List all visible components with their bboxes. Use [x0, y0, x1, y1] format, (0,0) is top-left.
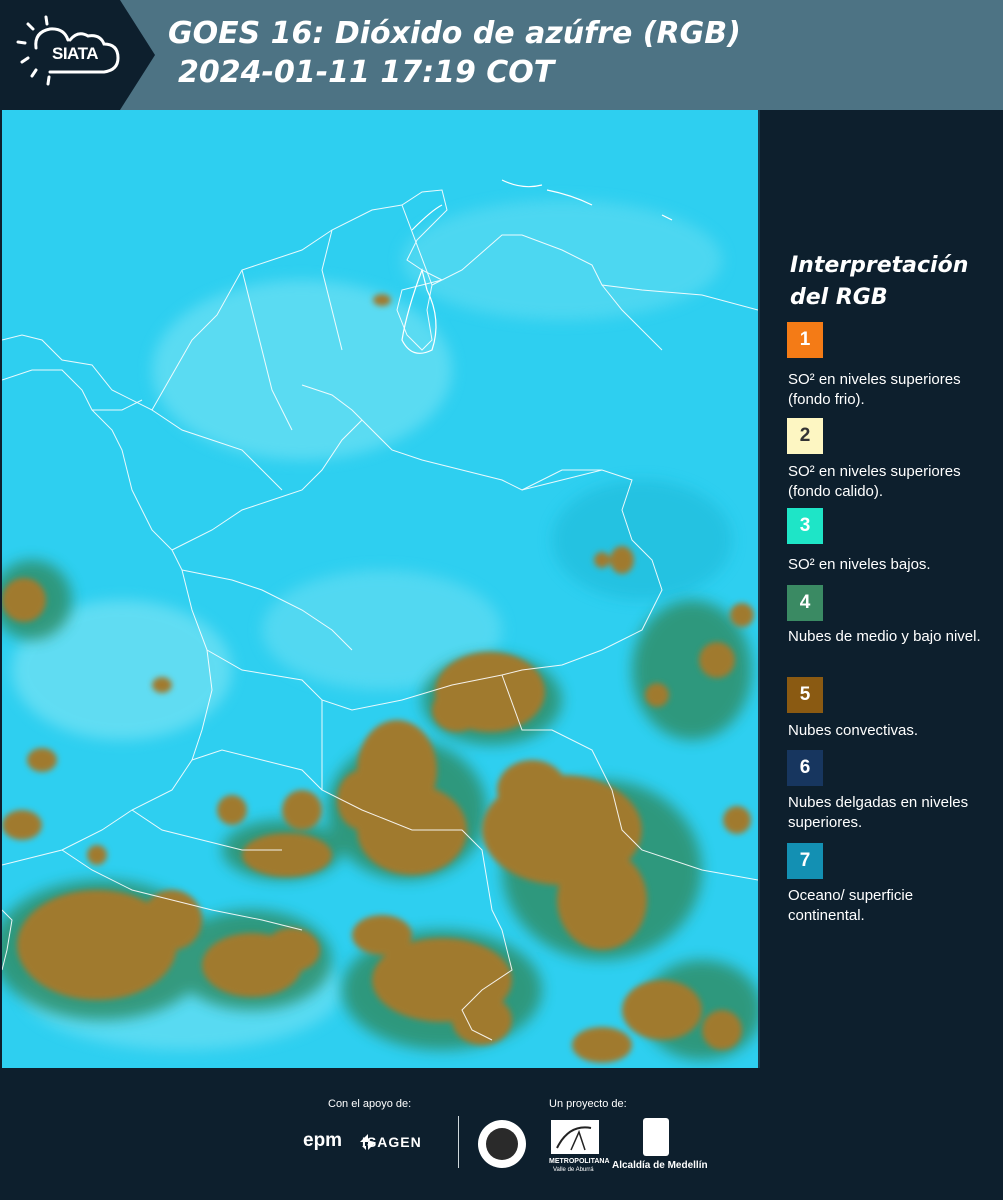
logo-text: SIATA: [52, 44, 98, 63]
partner-alcaldia-label: Alcaldía de Medellín: [612, 1160, 708, 1171]
legend-swatch-7: 7: [787, 843, 823, 879]
legend-description-5: Nubes convectivas.: [788, 722, 919, 739]
legend-swatch-6: 6: [787, 750, 823, 786]
legend-swatch-4: 4: [787, 585, 823, 621]
legend-description-6: Nubes delgadas en niveles superiores.: [788, 794, 969, 831]
partner-metro-label: METROPOLITANA: [549, 1158, 610, 1165]
alcaldia-shield-icon: [643, 1118, 669, 1156]
legend-title-line2: del RGB: [790, 285, 888, 310]
legend-swatch-2: 2: [787, 418, 823, 454]
legend-swatch-3: 3: [787, 508, 823, 544]
legend-description-1: SO² en niveles superiores (fondo frio).: [788, 371, 961, 408]
epm-logo: epm: [303, 1130, 343, 1151]
rgb-composite-image: [2, 110, 758, 1068]
satellite-map: [2, 110, 760, 1068]
timestamp-title: 2024-01-11 17:19 COT: [178, 55, 555, 90]
legend-description-2: SO² en niveles superiores (fondo calido)…: [788, 463, 961, 500]
legend-description-7: Oceano/ superficie continental.: [788, 887, 914, 924]
page-title: GOES 16: Dióxido de azúfre (RGB): [168, 16, 741, 51]
header-bar: SIATA GOES 16: Dióxido de azúfre (RGB) 2…: [0, 0, 1003, 110]
legend-description-4: Nubes de medio y bajo nivel.: [788, 628, 981, 645]
legend-title-line1: Interpretación: [790, 253, 969, 278]
legend-title: Interpretación del RGB: [790, 250, 968, 314]
area-metro-mark-icon: [556, 1126, 592, 1151]
isagen-logo: ISAGEN: [362, 1134, 422, 1150]
partner-metro-sublabel: Valle de Aburrá: [553, 1167, 594, 1173]
support-label: Con el apoyo de:: [328, 1098, 412, 1110]
area-metropolitana-logo: [551, 1120, 599, 1154]
legend-description-3: SO² en niveles bajos.: [788, 556, 931, 573]
medellin-seal-icon: [478, 1120, 526, 1168]
siata-logo: SIATA: [0, 0, 155, 110]
project-label: Un proyecto de:: [549, 1098, 627, 1110]
footer-divider: [458, 1116, 459, 1168]
legend-swatch-1: 1: [787, 322, 823, 358]
footer-bar: Con el apoyo de: Un proyecto de: epm ISA…: [0, 1068, 1003, 1200]
legend-swatch-5: 5: [787, 677, 823, 713]
